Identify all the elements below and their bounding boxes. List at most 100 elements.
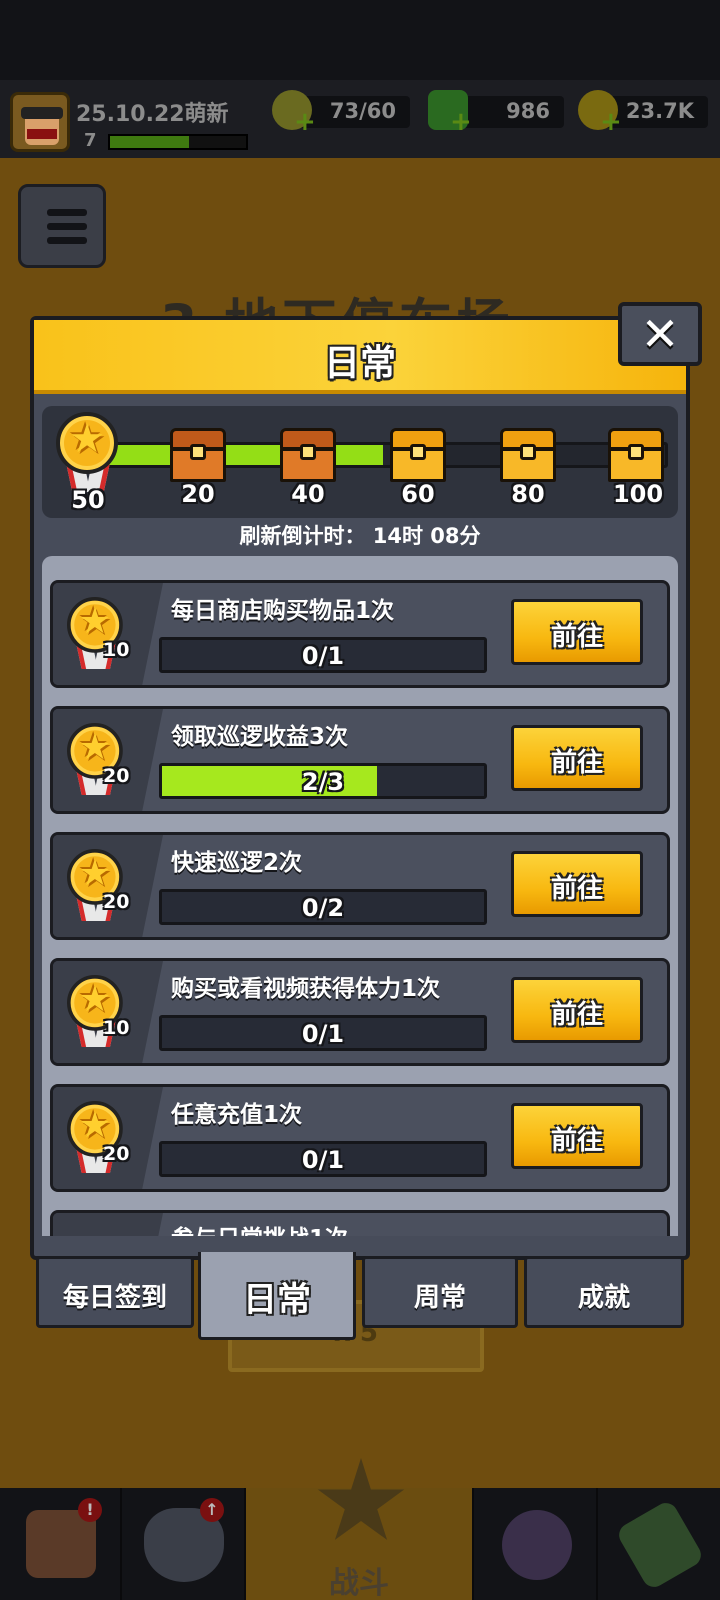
reward-medal-icon: ★: [67, 1101, 125, 1177]
task-reward: 10: [103, 1017, 130, 1039]
activity-points: 50: [71, 486, 105, 514]
go-button[interactable]: 前往: [511, 977, 643, 1043]
daily-tasks-dialog: 日常 ★ 50 20 40 60 80 100 刷新倒计时： 14时 08分 ★…: [30, 316, 690, 1260]
go-button[interactable]: 前往: [511, 1103, 643, 1169]
coin-value: 23.7K: [625, 99, 694, 123]
refresh-countdown: 刷新倒计时： 14时 08分: [239, 524, 481, 548]
player-avatar[interactable]: [10, 92, 70, 152]
task-title: 购买或看视频获得体力1次: [171, 976, 441, 1002]
nav-scrolls[interactable]: [598, 1488, 720, 1600]
reward-chest-20[interactable]: [170, 428, 226, 482]
task-reward: 20: [103, 765, 130, 787]
tab-label: 成就: [577, 1283, 630, 1313]
menu-icon-line: [47, 237, 87, 244]
tab-daily[interactable]: 日常: [198, 1252, 356, 1340]
task-reward: 20: [103, 891, 130, 913]
task-title: 领取巡逻收益3次: [171, 724, 349, 750]
reward-chest-40[interactable]: [280, 428, 336, 482]
activity-progress-fill: [101, 445, 383, 465]
player-name: 25.10.22萌新: [76, 102, 229, 127]
battle-label: 战斗: [329, 1566, 389, 1600]
add-coins-icon[interactable]: +: [600, 109, 622, 135]
menu-icon-line: [47, 209, 87, 216]
task-progress-text: 0/1: [301, 642, 345, 670]
task-progress-text: 2/3: [301, 768, 345, 796]
go-button[interactable]: 前往: [511, 725, 643, 791]
task-progress-bar: 0/1: [159, 1015, 487, 1051]
gem-counter[interactable]: + 986: [428, 90, 564, 135]
task-card: 参与日常挑战1次: [50, 1210, 670, 1236]
menu-button[interactable]: [18, 184, 106, 268]
reward-medal-icon: ★: [67, 597, 125, 673]
milestone-label: 100: [612, 480, 664, 508]
menu-icon-line: [47, 223, 87, 230]
shop-alert-badge: !: [78, 1498, 102, 1522]
task-title: 快速巡逻2次: [171, 850, 303, 876]
talent-orb-icon: [502, 1510, 572, 1580]
milestone-label: 80: [511, 480, 545, 508]
coin-counter[interactable]: + 23.7K: [578, 90, 708, 135]
reward-chest-100[interactable]: [608, 428, 664, 482]
reward-chest-80[interactable]: [500, 428, 556, 482]
xp-bar-fill: [110, 136, 189, 148]
task-card: ★ 20 领取巡逻收益3次 2/3 前往: [50, 706, 670, 814]
reward-medal-icon: ★: [67, 723, 125, 799]
task-reward: 20: [103, 1143, 130, 1165]
task-card: ★ 10 购买或看视频获得体力1次 0/1 前往: [50, 958, 670, 1066]
tab-label: 周常: [413, 1283, 466, 1313]
scroll-icon: [614, 1498, 706, 1592]
activity-medal-icon: ★: [56, 412, 120, 496]
reward-chest-60[interactable]: [390, 428, 446, 482]
add-energy-icon[interactable]: +: [294, 109, 316, 135]
go-button[interactable]: 前往: [511, 599, 643, 665]
xp-bar: [108, 134, 248, 150]
go-button-label: 前往: [550, 1000, 603, 1030]
task-card: ★ 20 任意充值1次 0/1 前往: [50, 1084, 670, 1192]
reward-medal-icon: ★: [67, 975, 125, 1051]
milestone-label: 60: [401, 480, 435, 508]
milestone-label: 20: [181, 480, 215, 508]
close-button[interactable]: ✕: [618, 302, 702, 366]
task-card: ★ 20 快速巡逻2次 0/2 前往: [50, 832, 670, 940]
task-progress-bar: 0/1: [159, 637, 487, 673]
nav-talents[interactable]: [474, 1488, 598, 1600]
task-title: 参与日常挑战1次: [171, 1219, 348, 1236]
energy-value: 73/60: [329, 99, 396, 123]
task-title: 任意充值1次: [171, 1102, 303, 1128]
player-level: 7: [84, 130, 97, 151]
avatar-mask: [27, 129, 57, 139]
task-progress-bar: 2/3: [159, 763, 487, 799]
nav-equipment[interactable]: ↑: [122, 1488, 246, 1600]
nav-shop[interactable]: !: [0, 1488, 122, 1600]
milestone-label: 40: [291, 480, 325, 508]
tab-daily-signin[interactable]: 每日签到: [36, 1256, 194, 1328]
reward-medal-icon: ★: [67, 849, 125, 925]
dialog-header: 日常: [34, 320, 686, 394]
task-progress-text: 0/1: [301, 1146, 345, 1174]
task-title: 每日商店购买物品1次: [171, 598, 395, 624]
go-button-label: 前往: [550, 622, 603, 652]
go-button[interactable]: 前往: [511, 851, 643, 917]
task-reward: 10: [103, 639, 130, 661]
tab-achievements[interactable]: 成就: [524, 1256, 684, 1328]
task-card: ★ 10 每日商店购买物品1次 0/1 前往: [50, 580, 670, 688]
nav-battle[interactable]: 战斗: [246, 1458, 474, 1600]
go-button-label: 前往: [550, 748, 603, 778]
add-gems-icon[interactable]: +: [450, 109, 472, 135]
go-button-label: 前往: [550, 1126, 603, 1156]
avatar-headband: [21, 107, 63, 119]
task-progress-bar: 0/2: [159, 889, 487, 925]
task-list[interactable]: ★ 10 每日商店购买物品1次 0/1 前往 ★ 20 领取巡逻收益3次 2/3…: [42, 556, 678, 1236]
go-button-label: 前往: [550, 874, 603, 904]
tab-label: 每日签到: [62, 1283, 167, 1313]
energy-counter[interactable]: + 73/60: [272, 90, 410, 135]
tab-label: 日常: [243, 1280, 311, 1320]
status-bar: [0, 0, 720, 80]
activity-track: ★ 50 20 40 60 80 100: [42, 406, 678, 518]
task-progress-text: 0/2: [301, 894, 345, 922]
tab-weekly[interactable]: 周常: [362, 1256, 518, 1328]
armor-upgrade-badge: ↑: [200, 1498, 224, 1522]
gem-value: 986: [506, 99, 550, 123]
task-progress-bar: 0/1: [159, 1141, 487, 1177]
dialog-title: 日常: [323, 343, 396, 384]
